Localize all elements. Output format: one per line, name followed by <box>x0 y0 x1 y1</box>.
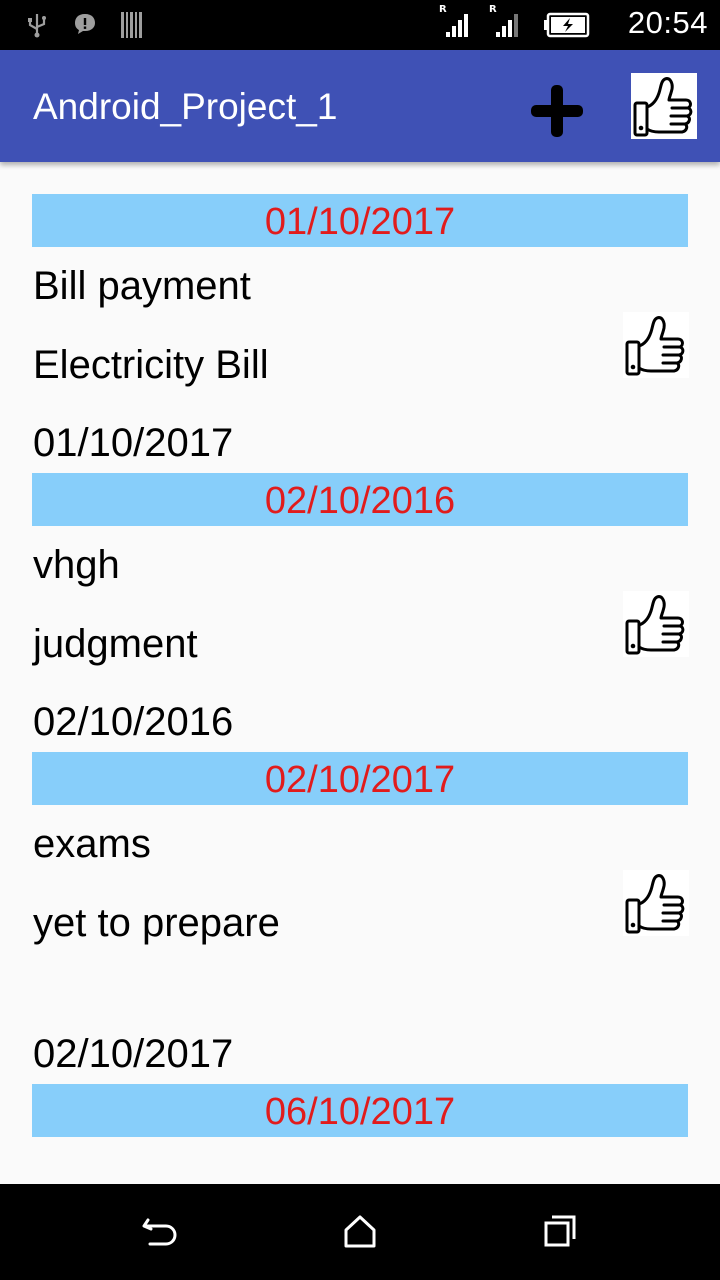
like-button[interactable] <box>631 73 697 139</box>
date-header: 01/10/2017 <box>32 194 688 247</box>
chat-notification-icon <box>75 14 95 34</box>
date-header: 02/10/2016 <box>32 473 688 526</box>
add-button[interactable] <box>526 80 588 142</box>
system-status-icons: R R 20:54 <box>438 0 708 50</box>
item-date[interactable]: 01/10/2017 <box>33 419 233 467</box>
item-title[interactable]: exams <box>33 820 151 868</box>
recents-button[interactable] <box>534 1206 586 1258</box>
item-like-button[interactable] <box>623 312 689 378</box>
home-button[interactable] <box>334 1206 386 1258</box>
item-date[interactable]: 02/10/2016 <box>33 698 233 746</box>
signal-icon: R <box>439 4 468 37</box>
signal-icon: R <box>489 4 518 37</box>
item-description[interactable]: yet to prepare <box>33 899 280 947</box>
item-title[interactable]: Bill payment <box>33 262 251 310</box>
svg-text:R: R <box>489 4 497 15</box>
home-icon <box>344 1215 376 1248</box>
navigation-bar <box>0 1184 720 1280</box>
recents-icon <box>544 1215 576 1247</box>
date-header: 02/10/2017 <box>32 752 688 805</box>
barcode-icon <box>121 12 142 38</box>
item-like-button[interactable] <box>623 870 689 936</box>
thumbs-up-icon <box>625 874 685 934</box>
thumbs-up-icon <box>633 77 693 137</box>
back-icon <box>142 1218 177 1246</box>
back-button[interactable] <box>134 1206 186 1258</box>
svg-text:R: R <box>439 4 447 15</box>
item-description[interactable]: judgment <box>33 620 198 668</box>
thumbs-up-icon <box>625 316 685 376</box>
battery-charging-icon <box>544 12 590 38</box>
app-title: Android_Project_1 <box>33 86 338 127</box>
item-description[interactable]: Electricity Bill <box>33 341 269 389</box>
plus-icon <box>531 85 583 137</box>
usb-icon <box>28 14 46 38</box>
app-bar: Android_Project_1 <box>0 50 720 162</box>
item-like-button[interactable] <box>623 591 689 657</box>
thumbs-up-icon <box>625 595 685 655</box>
clock: 20:54 <box>627 5 708 40</box>
date-header: 06/10/2017 <box>32 1084 688 1137</box>
item-title[interactable]: vhgh <box>33 541 120 589</box>
task-list[interactable]: 01/10/2017 Bill payment Electricity Bill… <box>0 162 720 1184</box>
status-bar: R R 20:54 <box>0 0 720 50</box>
item-date[interactable]: 02/10/2017 <box>33 1030 233 1078</box>
